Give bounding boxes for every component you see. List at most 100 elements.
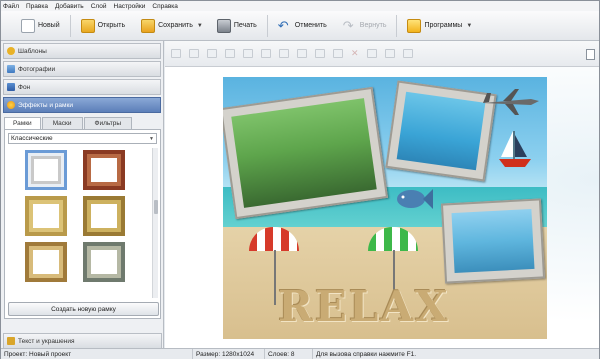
section-background-label: Фон — [18, 83, 31, 91]
delete-icon[interactable]: ✕ — [351, 48, 359, 59]
frame-thumb-4[interactable] — [83, 196, 125, 236]
new-button[interactable]: Новый — [17, 13, 64, 39]
save-button[interactable]: Сохранить ▼ — [137, 13, 207, 39]
frame-style-select[interactable]: Классические ▼ — [8, 133, 157, 144]
chevron-down-icon[interactable]: ▼ — [466, 23, 472, 29]
gift-box-icon — [407, 18, 422, 33]
chevron-down-icon: ▼ — [149, 135, 154, 142]
section-effects-frames[interactable]: Эффекты и рамки — [3, 97, 161, 113]
photo-frame-2[interactable] — [385, 80, 497, 182]
frame-gallery-scrollbar[interactable] — [152, 148, 158, 298]
left-panel: Шаблоны Фотографии Фон Эффекты и рамки Р… — [1, 41, 164, 349]
photo-frame-3[interactable] — [440, 198, 546, 284]
tab-frames[interactable]: Рамки — [4, 117, 41, 129]
programs-button[interactable]: Программы ▼ — [403, 13, 476, 39]
frames-tab-body: Классические ▼ Создать новую рамку — [4, 129, 161, 319]
copy-icon[interactable] — [243, 49, 253, 58]
page-icon[interactable] — [586, 49, 595, 60]
print-label: Печать — [233, 22, 257, 29]
photo-icon — [7, 65, 15, 73]
redo-arrow-icon: ↷ — [342, 17, 354, 33]
airplane-icon — [483, 89, 539, 115]
paste-icon[interactable] — [261, 49, 271, 58]
section-text-label: Текст и украшения — [18, 337, 75, 345]
status-bar: Проект: Новый проект Размер: 1280x1024 С… — [1, 348, 599, 359]
zoom-icon[interactable] — [402, 49, 413, 58]
redo-button[interactable]: ↷ Вернуть — [339, 13, 391, 39]
section-effects-label: Эффекты и рамки — [18, 101, 73, 109]
menu-edit[interactable]: Правка — [26, 3, 48, 10]
rotate-left-icon[interactable] — [279, 49, 289, 58]
star-icon — [7, 47, 15, 55]
palette-icon — [7, 101, 15, 109]
app-window: Файл Правка Добавить Слой Настройки Спра… — [0, 0, 600, 359]
frame-thumb-2[interactable] — [83, 150, 125, 190]
status-project: Проект: Новый проект — [1, 348, 193, 359]
frame-thumb-6[interactable] — [83, 242, 125, 282]
programs-label: Программы — [424, 22, 463, 29]
toolbar-divider — [266, 14, 268, 37]
layer-front-icon[interactable] — [171, 49, 181, 58]
umbrella-pole — [274, 250, 276, 305]
status-help: Для вызова справки нажмите F1. — [316, 350, 417, 358]
section-templates[interactable]: Шаблоны — [3, 43, 161, 59]
frame-tabs: Рамки Маски Фильтры — [4, 117, 161, 129]
menu-add[interactable]: Добавить — [55, 3, 84, 10]
toolbar-divider — [69, 14, 71, 37]
new-label: Новый — [38, 22, 60, 29]
rotate-right-icon[interactable] — [297, 49, 307, 58]
crop-icon[interactable] — [366, 49, 377, 58]
open-label: Открыть — [97, 22, 126, 29]
align-icon[interactable] — [333, 49, 343, 58]
frame-gallery — [9, 148, 154, 298]
flip-icon[interactable] — [315, 49, 325, 58]
redo-label: Вернуть — [359, 22, 387, 29]
background-icon — [7, 83, 15, 91]
sailboat-icon — [499, 131, 531, 167]
group-photo-1 — [231, 98, 377, 208]
menu-layer[interactable]: Слой — [91, 3, 107, 10]
main-toolbar: Новый Открыть Сохранить ▼ Печать ↶ Отмен… — [1, 11, 599, 41]
layer-back-icon[interactable] — [189, 49, 199, 58]
collage-canvas[interactable]: RELAX — [223, 77, 547, 339]
layer-forward-icon[interactable] — [207, 49, 217, 58]
section-photos[interactable]: Фотографии — [3, 61, 161, 77]
scrollbar-thumb[interactable] — [154, 200, 158, 214]
layer-backward-icon[interactable] — [225, 49, 235, 58]
new-document-icon — [21, 18, 35, 33]
undo-label: Отменить — [294, 22, 327, 29]
status-layers: Слоев: 8 — [265, 348, 313, 359]
relax-sand-text: RELAX — [278, 282, 450, 331]
folder-icon — [80, 18, 95, 33]
text-icon — [7, 337, 15, 345]
photo-frame-1[interactable] — [223, 86, 389, 220]
tab-filters[interactable]: Фильтры — [83, 117, 133, 129]
section-templates-label: Шаблоны — [18, 47, 47, 55]
save-folder-icon — [141, 18, 156, 33]
tab-masks[interactable]: Маски — [41, 117, 83, 129]
print-button[interactable]: Печать — [213, 13, 261, 39]
save-label: Сохранить — [158, 22, 193, 29]
status-size: Размер: 1280x1024 — [193, 348, 265, 359]
menu-settings[interactable]: Настройки — [114, 3, 146, 10]
menu-file[interactable]: Файл — [3, 3, 19, 10]
create-frame-button[interactable]: Создать новую рамку — [8, 302, 159, 316]
undo-button[interactable]: ↶ Отменить — [274, 13, 331, 39]
group-photo-3 — [451, 208, 535, 274]
section-background[interactable]: Фон — [3, 79, 161, 95]
fish-icon — [397, 189, 433, 209]
chevron-down-icon[interactable]: ▼ — [197, 23, 203, 29]
menu-bar: Файл Правка Добавить Слой Настройки Спра… — [1, 1, 599, 11]
canvas-toolbar: ✕ — [165, 41, 599, 67]
frame-thumb-1[interactable] — [25, 150, 67, 190]
frame-thumb-5[interactable] — [25, 242, 67, 282]
menu-help[interactable]: Справка — [152, 3, 178, 10]
frame-thumb-3[interactable] — [25, 196, 67, 236]
toolbar-divider — [396, 14, 398, 37]
group-photo-2 — [396, 91, 486, 171]
section-text-decorations[interactable]: Текст и украшения — [3, 333, 162, 349]
properties-icon[interactable] — [384, 49, 395, 58]
open-button[interactable]: Открыть — [77, 13, 130, 39]
undo-arrow-icon: ↶ — [277, 17, 289, 33]
printer-icon — [216, 18, 231, 33]
